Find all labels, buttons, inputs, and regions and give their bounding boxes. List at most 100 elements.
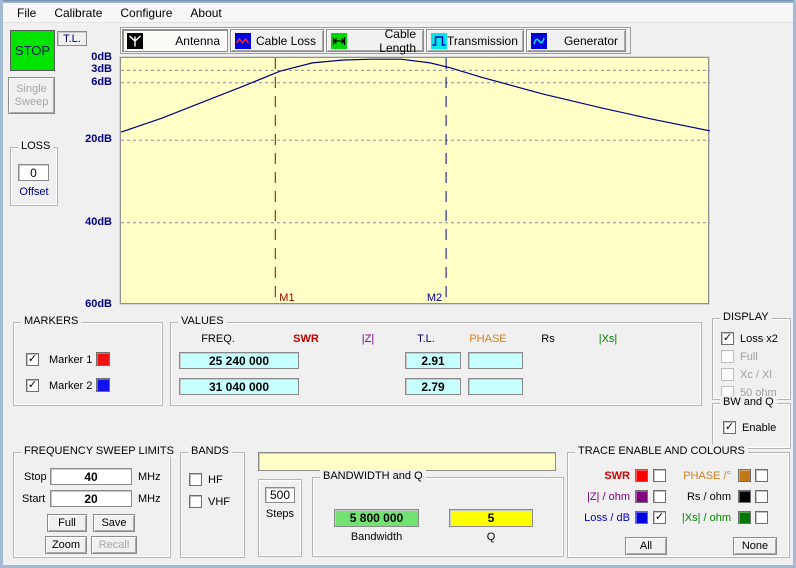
trace-xs-checkbox[interactable] bbox=[755, 511, 768, 524]
db-scale-label: 3dB bbox=[91, 63, 112, 75]
start-frequency-input[interactable] bbox=[50, 490, 132, 507]
sweep-chart-plot: M1 M2 bbox=[121, 58, 710, 305]
generator-button-label: Generator bbox=[547, 34, 625, 48]
menu-about[interactable]: About bbox=[181, 4, 230, 22]
vhf-checkbox[interactable] bbox=[189, 495, 202, 508]
db-scale-label: 6dB bbox=[91, 76, 112, 88]
no-traces-button[interactable]: None bbox=[733, 537, 777, 555]
app-window: File Calibrate Configure About STOP T.L.… bbox=[0, 0, 796, 568]
marker2-color-swatch[interactable] bbox=[96, 378, 110, 392]
stop-frequency-input[interactable] bbox=[50, 468, 132, 485]
antenna-button[interactable]: Antenna bbox=[122, 29, 228, 52]
sweep-chart[interactable]: M1 M2 bbox=[120, 57, 709, 304]
trace-swr-checkbox[interactable] bbox=[653, 469, 666, 482]
loss-group: LOSS Offset bbox=[10, 147, 58, 206]
bands-group-title: BANDS bbox=[188, 445, 232, 457]
transmission-button[interactable]: Transmission bbox=[426, 29, 524, 52]
trace-rs-label: Rs / ohm bbox=[666, 491, 731, 503]
cable-loss-button[interactable]: Cable Loss bbox=[230, 29, 324, 52]
single-sweep-line1: Single bbox=[16, 83, 47, 96]
bw-and-q-group-title: BW and Q bbox=[720, 396, 777, 408]
db-scale-label: 60dB bbox=[85, 298, 112, 310]
header-xs: |Xs| bbox=[568, 333, 648, 345]
markers-group-title: MARKERS bbox=[21, 315, 81, 327]
full-button[interactable]: Full bbox=[47, 514, 87, 532]
values-group-title: VALUES bbox=[178, 315, 227, 327]
hf-label: HF bbox=[208, 474, 223, 486]
xc-xl-checkbox[interactable] bbox=[721, 368, 734, 381]
antenna-button-label: Antenna bbox=[143, 34, 227, 48]
start-label: Start bbox=[22, 493, 45, 505]
start-unit-label: MHz bbox=[138, 493, 161, 505]
values-group: VALUES FREQ. SWR |Z| T.L. PHASE Rs |Xs| … bbox=[170, 322, 702, 406]
marker1-checkbox[interactable] bbox=[26, 353, 39, 366]
trace-loss-swatch[interactable] bbox=[635, 511, 648, 524]
db-scale-label: 0dB bbox=[91, 51, 112, 63]
trace-swr-label: SWR bbox=[570, 470, 630, 482]
svg-text:M1: M1 bbox=[279, 292, 294, 304]
trace-loss-label: Loss / dB bbox=[570, 512, 630, 524]
loss-offset-input[interactable] bbox=[18, 164, 49, 181]
loss-group-title: LOSS bbox=[18, 140, 53, 152]
marker1-label: Marker 1 bbox=[49, 354, 92, 366]
trace-z-checkbox[interactable] bbox=[653, 490, 666, 503]
loss-offset-label: Offset bbox=[11, 186, 57, 198]
full-display-label: Full bbox=[740, 351, 758, 363]
toolbar: Antenna Cable Loss Cable Length Transmis… bbox=[120, 27, 631, 54]
trace-group-title: TRACE ENABLE AND COLOURS bbox=[575, 445, 748, 457]
trace-phase-swatch[interactable] bbox=[738, 469, 751, 482]
xc-xl-label: Xc / Xl bbox=[740, 369, 772, 381]
full-display-checkbox[interactable] bbox=[721, 350, 734, 363]
q-value: 5 bbox=[449, 509, 533, 527]
cable-loss-button-label: Cable Loss bbox=[251, 34, 323, 48]
loss-x2-label: Loss x2 bbox=[740, 333, 778, 345]
marker1-color-swatch[interactable] bbox=[96, 352, 110, 366]
trace-phase-checkbox[interactable] bbox=[755, 469, 768, 482]
trace-rs-checkbox[interactable] bbox=[755, 490, 768, 503]
marker2-label: Marker 2 bbox=[49, 380, 92, 392]
cable-length-icon bbox=[331, 33, 347, 49]
q-label: Q bbox=[449, 531, 533, 543]
single-sweep-button[interactable]: Single Sweep bbox=[8, 77, 55, 114]
trace-xs-label: |Xs| / ohm bbox=[666, 512, 731, 524]
window-border-left bbox=[0, 0, 3, 568]
bwq-enable-checkbox[interactable] bbox=[723, 421, 736, 434]
marker1-freq-value: 25 240 000 bbox=[179, 352, 299, 369]
trace-xs-swatch[interactable] bbox=[738, 511, 751, 524]
trace-loss-checkbox[interactable] bbox=[653, 511, 666, 524]
marker2-tl-value: 2.79 bbox=[405, 378, 461, 395]
bwq-enable-label: Enable bbox=[742, 422, 776, 434]
loss-x2-checkbox[interactable] bbox=[721, 332, 734, 345]
single-sweep-line2: Sweep bbox=[15, 96, 49, 109]
cable-length-button-label: Cable Length bbox=[347, 27, 423, 55]
trace-z-swatch[interactable] bbox=[635, 490, 648, 503]
menu-file[interactable]: File bbox=[8, 4, 45, 22]
marker2-checkbox[interactable] bbox=[26, 379, 39, 392]
display-group-title: DISPLAY bbox=[720, 311, 772, 323]
trace-z-label: |Z| / ohm bbox=[570, 491, 630, 503]
stop-button[interactable]: STOP bbox=[10, 30, 55, 71]
generator-icon bbox=[531, 33, 547, 49]
header-freq: FREQ. bbox=[178, 333, 258, 345]
recall-button[interactable]: Recall bbox=[91, 536, 137, 554]
marker1-tl-value: 2.91 bbox=[405, 352, 461, 369]
generator-button[interactable]: Generator bbox=[526, 29, 626, 52]
db-scale-label: 20dB bbox=[85, 133, 112, 145]
cable-length-button[interactable]: Cable Length bbox=[326, 29, 424, 52]
transmission-button-label: Transmission bbox=[447, 34, 525, 48]
trace-rs-swatch[interactable] bbox=[738, 490, 751, 503]
marker1-phase-value bbox=[468, 352, 523, 369]
all-traces-button[interactable]: All bbox=[625, 537, 667, 555]
bandwidth-label: Bandwidth bbox=[334, 531, 419, 543]
stop-unit-label: MHz bbox=[138, 471, 161, 483]
save-button[interactable]: Save bbox=[93, 514, 135, 532]
zoom-button[interactable]: Zoom bbox=[45, 536, 87, 554]
menu-bar: File Calibrate Configure About bbox=[3, 3, 793, 23]
hf-checkbox[interactable] bbox=[189, 473, 202, 486]
steps-box: Steps bbox=[258, 479, 302, 557]
steps-input[interactable] bbox=[265, 487, 295, 503]
bandwidth-group: BANDWIDTH and Q 5 800 000 Bandwidth 5 Q bbox=[312, 477, 564, 557]
trace-swr-swatch[interactable] bbox=[635, 469, 648, 482]
menu-configure[interactable]: Configure bbox=[111, 4, 181, 22]
svg-text:M2: M2 bbox=[427, 292, 442, 304]
